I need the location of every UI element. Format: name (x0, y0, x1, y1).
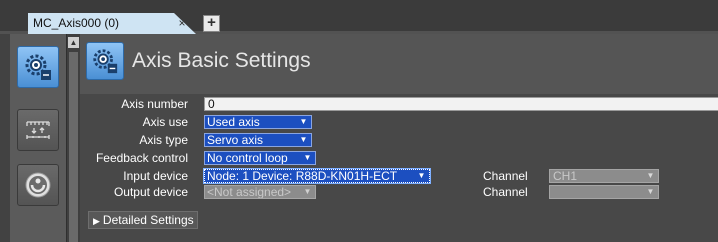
axis-use-dropdown[interactable]: Used axis ▼ (204, 115, 312, 129)
feedback-control-row: Feedback control No control loop ▼ (80, 150, 718, 166)
input-device-row: Input device Node: 1 Device: R88D-KN01H-… (80, 168, 718, 184)
vertical-scrollbar[interactable]: ▲ (66, 34, 80, 242)
axis-number-label: Axis number (121, 97, 188, 111)
chevron-down-icon: ▼ (303, 187, 312, 196)
chevron-down-icon: ▼ (417, 171, 426, 180)
axis-number-row: Axis number 0 (80, 96, 718, 112)
chevron-down-icon: ▼ (299, 117, 308, 126)
page-title: Axis Basic Settings (132, 49, 311, 72)
feedback-control-label: Feedback control (95, 151, 188, 165)
scroll-up-icon[interactable]: ▲ (68, 37, 79, 48)
detailed-settings-toggle[interactable]: ▶ Detailed Settings (88, 211, 198, 229)
axis-settings-header-icon (86, 42, 124, 80)
axis-use-value: Used axis (207, 115, 260, 129)
axis-number-field[interactable]: 0 (204, 97, 718, 111)
axis-type-row: Axis type Servo axis ▼ (80, 132, 718, 148)
settings-form: Axis number 0 Axis use Used axis ▼ Axis … (80, 94, 718, 242)
chevron-down-icon: ▼ (299, 135, 308, 144)
axis-use-label: Axis use (142, 115, 188, 129)
output-channel-dropdown[interactable]: ▼ (549, 185, 659, 199)
detailed-settings-label: Detailed Settings (102, 213, 194, 227)
feedback-control-dropdown[interactable]: No control loop ▼ (204, 151, 316, 165)
input-channel-value: CH1 (553, 169, 578, 183)
input-device-label: Input device (123, 169, 188, 183)
scrollbar-thumb[interactable] (69, 52, 78, 242)
tab-mc-axis000[interactable]: MC_Axis000 (0) × (28, 13, 196, 34)
input-channel-label: Channel (483, 169, 528, 183)
axis-basic-settings-button[interactable] (17, 46, 59, 88)
axis-type-label: Axis type (139, 133, 188, 147)
input-device-value: Node: 1 Device: R88D-KN01H-ECT (207, 169, 398, 183)
output-device-dropdown[interactable]: <Not assigned> ▼ (204, 185, 316, 199)
output-channel-label: Channel (483, 185, 528, 199)
settings-sidebar (10, 34, 66, 242)
expand-arrow-icon: ▶ (93, 216, 100, 226)
chevron-down-icon: ▼ (646, 187, 655, 196)
new-tab-button[interactable]: + (203, 15, 220, 32)
axis-settings-icon (25, 54, 51, 80)
tab-close-icon[interactable]: × (174, 13, 190, 34)
input-channel-dropdown[interactable]: CH1 ▼ (549, 169, 659, 183)
axis-settings-panel: Axis Basic Settings Axis number 0 Axis u… (80, 34, 718, 242)
operation-settings-icon (25, 172, 51, 198)
left-frame (0, 34, 10, 242)
axis-type-dropdown[interactable]: Servo axis ▼ (204, 133, 312, 147)
output-device-value: <Not assigned> (207, 185, 292, 199)
output-device-row: Output device <Not assigned> ▼ Channel ▼ (80, 184, 718, 200)
unit-conversion-icon (26, 121, 50, 139)
axis-use-row: Axis use Used axis ▼ (80, 114, 718, 130)
unit-conversion-settings-button[interactable] (17, 109, 59, 151)
tab-strip: MC_Axis000 (0) × + (0, 0, 718, 34)
axis-type-value: Servo axis (207, 133, 264, 147)
feedback-control-value: No control loop (207, 151, 288, 165)
tab-label: MC_Axis000 (0) (33, 16, 120, 30)
output-device-label: Output device (113, 185, 188, 199)
chevron-down-icon: ▼ (646, 171, 655, 180)
chevron-down-icon: ▼ (303, 153, 312, 162)
input-device-dropdown[interactable]: Node: 1 Device: R88D-KN01H-ECT ▼ (203, 168, 431, 184)
axis-settings-icon (93, 49, 118, 74)
operation-settings-button[interactable] (17, 164, 59, 206)
